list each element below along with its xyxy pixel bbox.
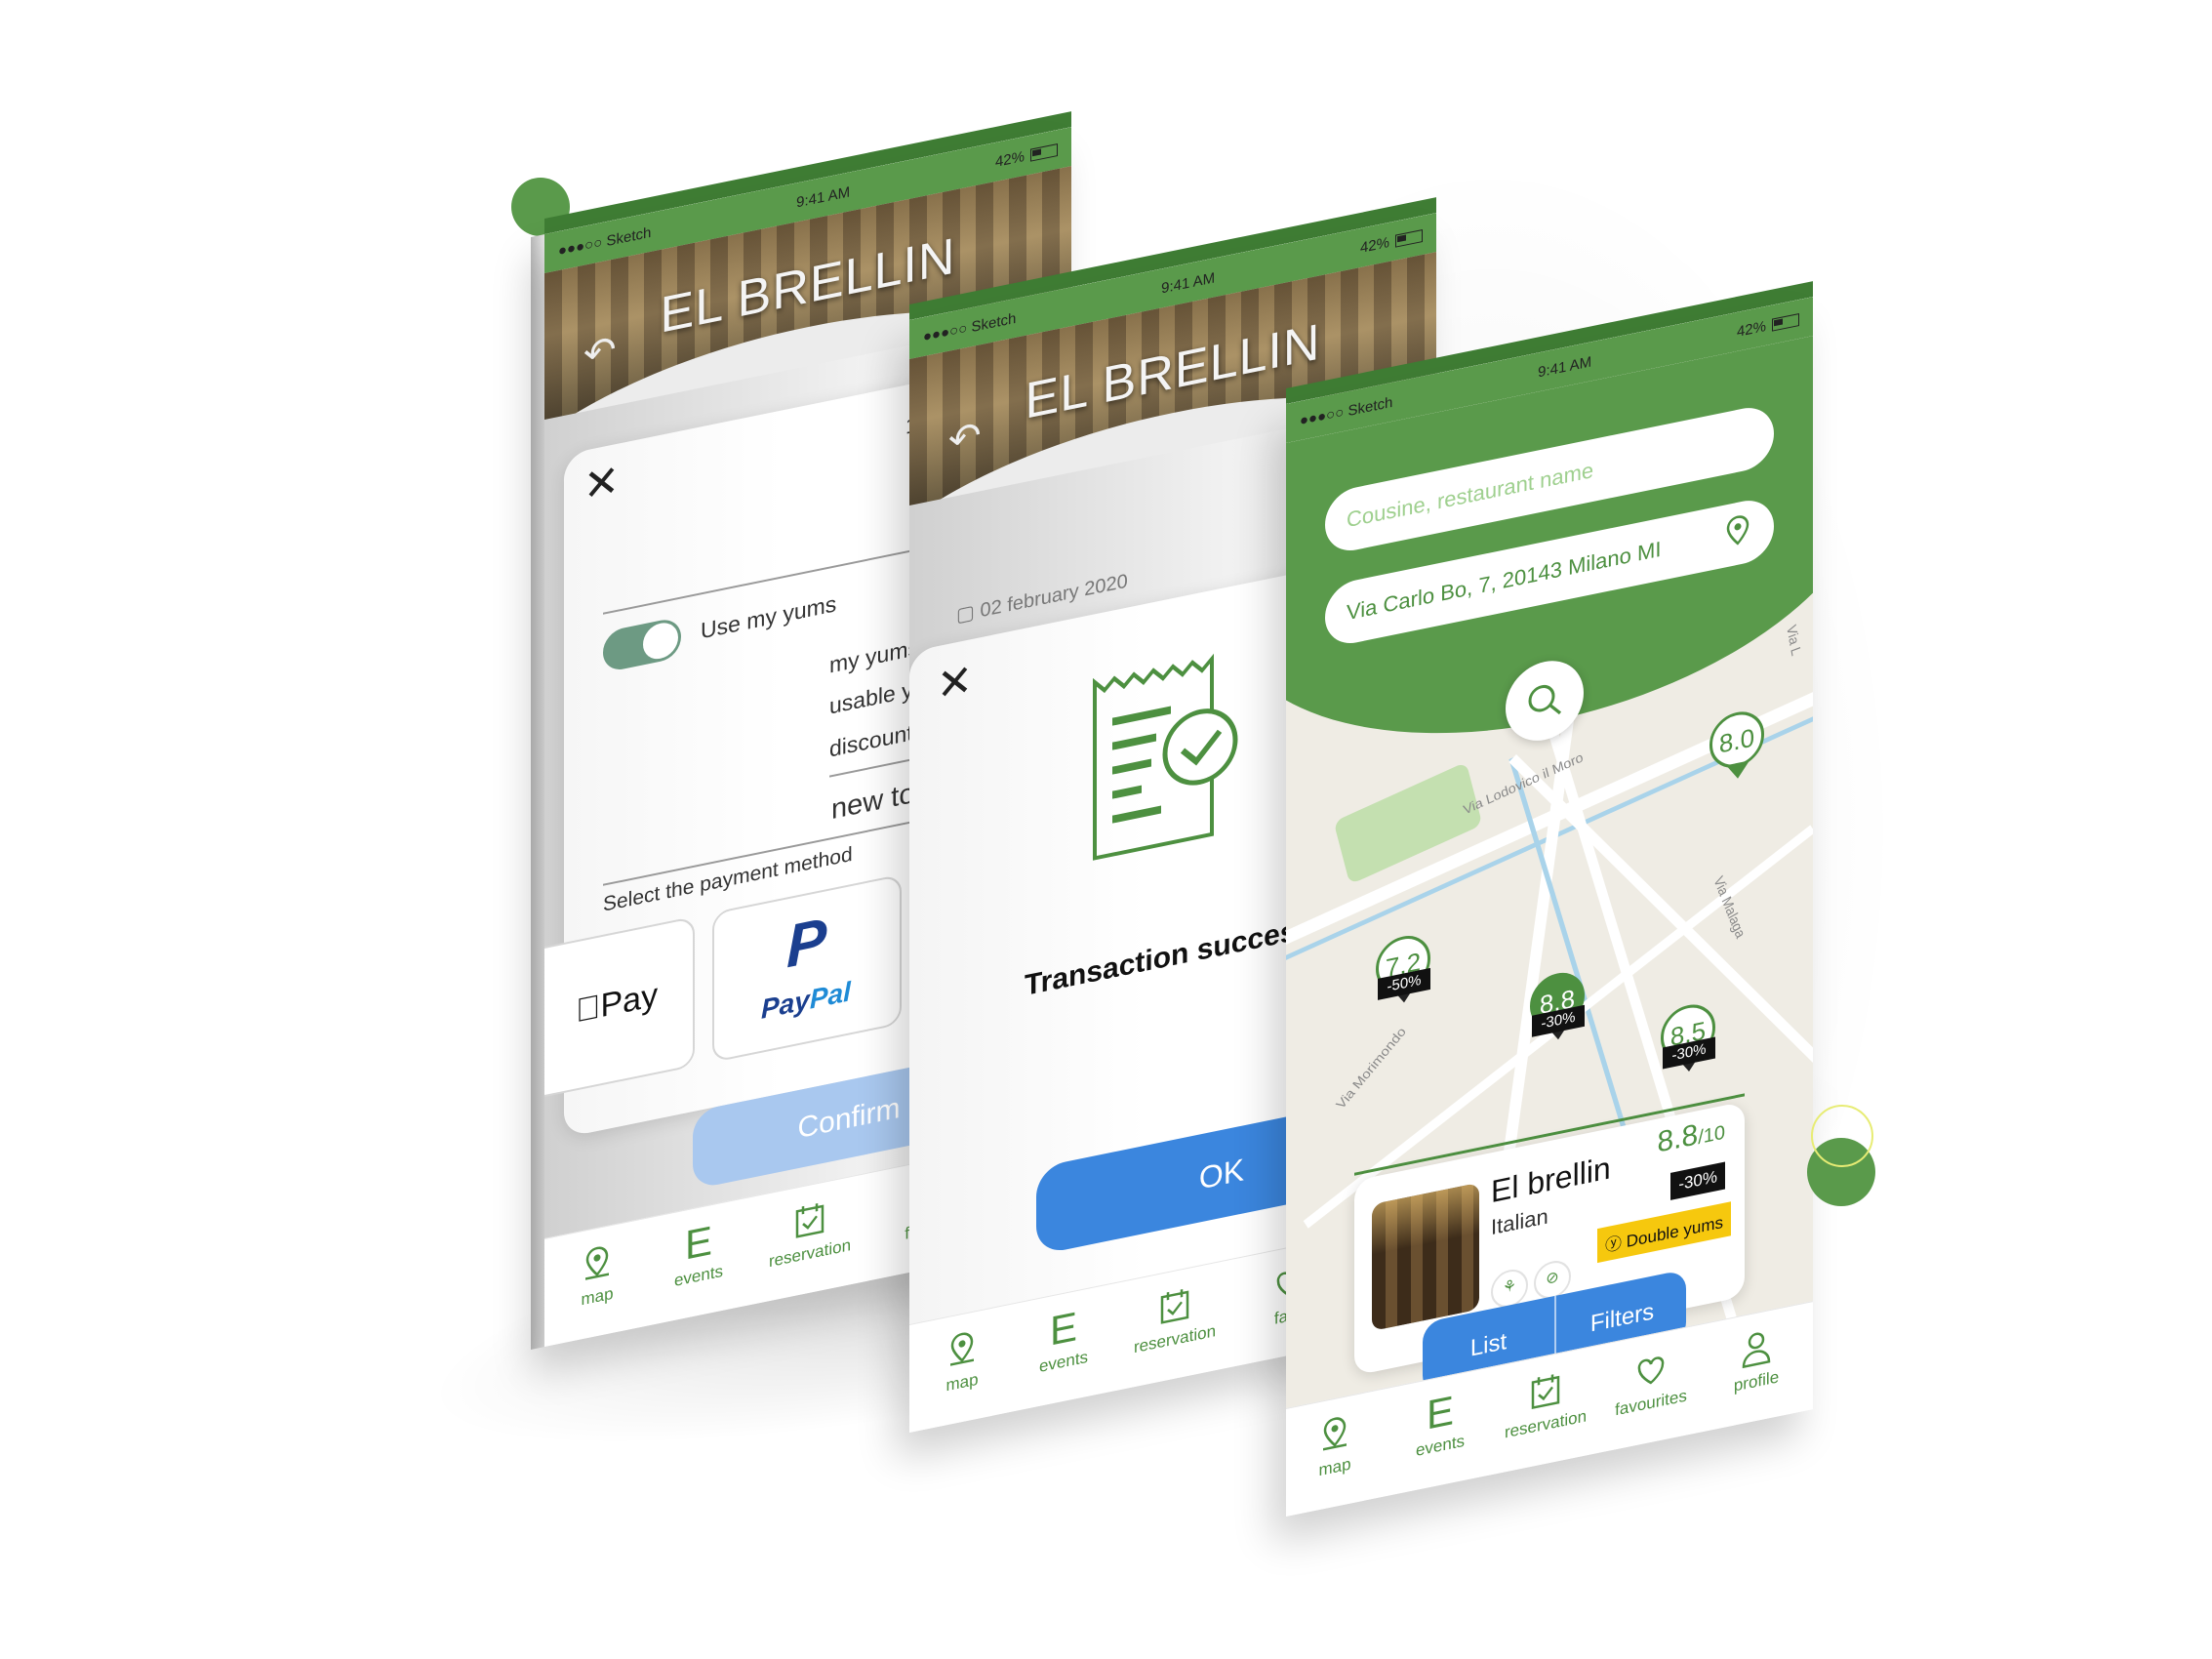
events-icon: E: [684, 1217, 712, 1269]
tab-events[interactable]: E events: [1391, 1384, 1489, 1466]
battery-icon: [1030, 143, 1058, 162]
restaurant-marker[interactable]: 8.0: [1709, 707, 1766, 785]
apple-pay-label: Pay: [576, 976, 658, 1031]
tab-reservation[interactable]: reservation: [761, 1191, 859, 1273]
device-side-edge: [531, 234, 544, 1351]
restaurant-score: 8.8/10: [1657, 1118, 1725, 1159]
battery-indicator: 42%: [995, 141, 1058, 171]
street-label: Via Morimondo: [1333, 1024, 1409, 1112]
close-icon[interactable]: ✕: [937, 656, 973, 711]
tab-favourites[interactable]: favourites: [1602, 1341, 1700, 1423]
tab-profile[interactable]: profile: [1708, 1319, 1805, 1401]
tab-reservation[interactable]: reservation: [1497, 1362, 1594, 1444]
tab-events[interactable]: E events: [1015, 1300, 1112, 1382]
restaurant-thumbnail: [1372, 1182, 1479, 1332]
receipt-check-icon: [1093, 653, 1238, 861]
double-yums-badge: ⓨ Double yums: [1597, 1201, 1731, 1264]
profile-icon: [1708, 1319, 1805, 1378]
restaurant-marker[interactable]: 8.5 -30%: [1661, 999, 1717, 1077]
restaurant-marker[interactable]: 8.8 -30%: [1530, 967, 1587, 1045]
discount-badge: -30%: [1670, 1161, 1725, 1200]
use-yums-label: Use my yums: [701, 590, 837, 644]
discount-label: discount: [829, 719, 913, 762]
time-label: 9:41 AM: [796, 182, 851, 211]
tab-reservation[interactable]: reservation: [1126, 1276, 1224, 1358]
use-yums-toggle[interactable]: [603, 616, 681, 673]
time-label: 9:41 AM: [1538, 352, 1592, 381]
map-park: [1333, 761, 1483, 885]
tab-map-label: map: [1318, 1454, 1351, 1480]
restaurant-name: El brellin: [1491, 1150, 1611, 1210]
search-button[interactable]: [1506, 653, 1584, 749]
success-message: Transaction success: [1025, 910, 1313, 1002]
tab-map-label: map: [945, 1369, 979, 1396]
paypal-label: PayPal: [761, 976, 851, 1025]
events-icon: E: [1426, 1387, 1454, 1438]
my-yums-label: my yums: [829, 633, 919, 678]
tab-map-label: map: [581, 1283, 614, 1310]
tab-profile-label: profile: [1733, 1367, 1780, 1396]
phone-map-screen: ●●●○○ Sketch 9:41 AM 42% Via Lodovico il…: [1286, 297, 1813, 1517]
tab-map[interactable]: map: [1286, 1405, 1384, 1487]
close-icon[interactable]: ✕: [583, 456, 620, 511]
map-pin-icon: [548, 1234, 646, 1293]
paypal-option[interactable]: P PayPal: [712, 873, 902, 1064]
restaurant-cuisine: Italian: [1491, 1203, 1548, 1240]
marker-score: 8.0: [1709, 707, 1764, 773]
decorative-ring: [1811, 1105, 1873, 1167]
street-label: Via L: [1784, 623, 1805, 659]
map-pin-icon: [913, 1320, 1011, 1379]
events-icon: E: [1049, 1303, 1077, 1355]
time-label: 9:41 AM: [1161, 268, 1216, 297]
calendar-icon: ▢: [956, 601, 975, 627]
apple-pay-option[interactable]: Pay: [544, 915, 695, 1106]
battery-icon: [1395, 229, 1423, 248]
tab-events[interactable]: E events: [650, 1214, 747, 1296]
battery-indicator: 42%: [1737, 310, 1799, 341]
map-view[interactable]: Via Lodovico il Moro Via Morimondo Via M…: [1286, 336, 1813, 1420]
tab-map[interactable]: map: [548, 1234, 646, 1316]
location-pin-icon[interactable]: [1723, 511, 1752, 581]
paypal-logo-icon: P: [786, 906, 827, 982]
restaurant-marker[interactable]: 7.2 -50%: [1376, 930, 1432, 1008]
battery-icon: [1772, 313, 1799, 332]
search-icon: [1528, 684, 1562, 715]
yums-coin-icon: ⓨ: [1605, 1233, 1627, 1256]
battery-indicator: 42%: [1360, 226, 1423, 257]
map-pin-icon: [1286, 1405, 1384, 1464]
tab-map[interactable]: map: [913, 1320, 1011, 1402]
mockup-scene: ●●●○○ Sketch 9:41 AM 42% ↶ EL BRELLIN ✕ …: [0, 0, 2212, 1659]
